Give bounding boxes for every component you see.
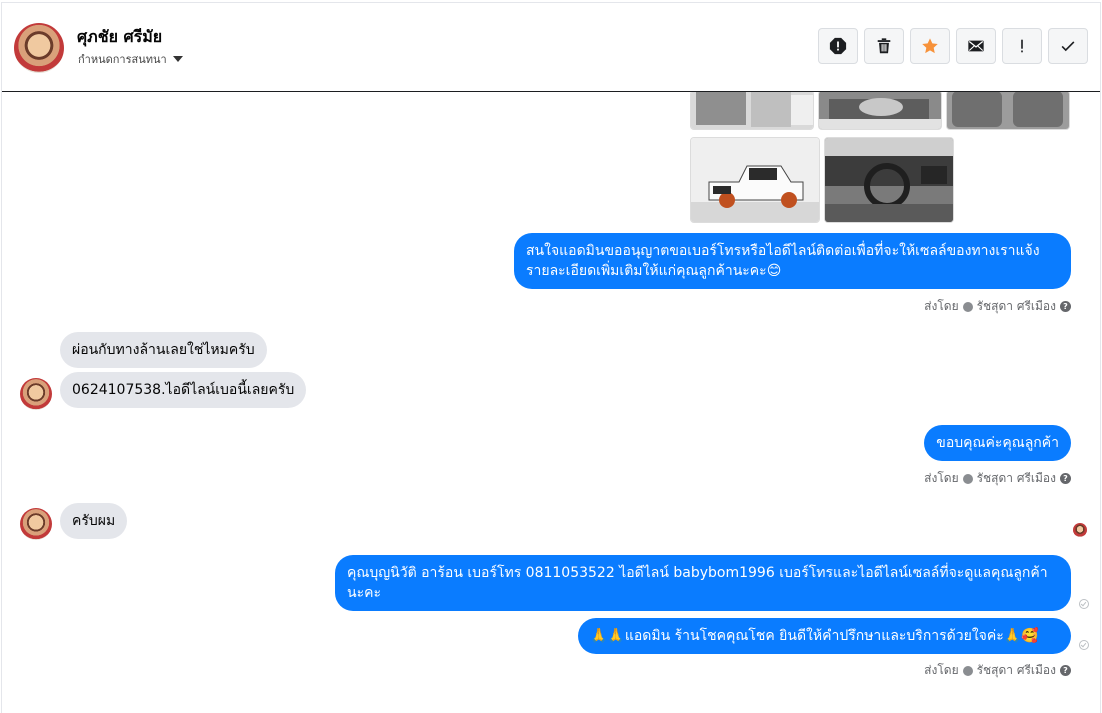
report-button[interactable]: [818, 28, 858, 64]
star-icon: [922, 38, 938, 54]
help-icon[interactable]: ?: [1060, 473, 1071, 484]
envelope-icon: [968, 40, 984, 52]
sent-by-label: ส่งโดย: [924, 663, 959, 677]
check-icon: [1061, 41, 1075, 52]
conversation-toolbar: [818, 28, 1088, 64]
message-outgoing[interactable]: 🙏🙏แอดมิน ร้านโชคคุณโชค ยินดีให้คำปรึกษาแ…: [578, 618, 1071, 654]
car-photo-engine[interactable]: [818, 92, 942, 130]
report-icon: [829, 37, 847, 55]
caret-down-icon: [172, 56, 183, 62]
contact-avatar-small[interactable]: [20, 508, 52, 540]
conversation-settings-dropdown[interactable]: กำหนดการสนทนา: [78, 50, 183, 68]
message-outgoing[interactable]: ขอบคุณค่ะคุณลูกค้า: [924, 425, 1071, 461]
sent-by-info: ส่งโดย รัชสุดา ศรีเมือง ?: [924, 661, 1071, 680]
agent-badge-icon: [962, 301, 973, 312]
message-incoming[interactable]: ผ่อนกับทางล้านเลยใช่ไหมครับ: [60, 332, 267, 368]
sent-by-label: ส่งโดย: [924, 299, 959, 313]
message-incoming[interactable]: 0624107538.ไอดีไลน์เบอนี้เลยครับ: [60, 372, 307, 408]
car-photo-exterior[interactable]: [690, 137, 820, 223]
sent-by-agent[interactable]: รัชสุดา ศรีเมือง: [977, 661, 1056, 680]
contact-name[interactable]: ศุภชัย ศรีมัย: [77, 25, 162, 50]
car-photo-seats[interactable]: [946, 92, 1070, 130]
sent-by-agent[interactable]: รัชสุดา ศรีเมือง: [977, 297, 1056, 316]
mark-unread-button[interactable]: [956, 28, 996, 64]
conversation-header: ศุภชัย ศรีมัย กำหนดการสนทนา: [2, 3, 1100, 92]
important-button[interactable]: [1002, 28, 1042, 64]
message-outgoing[interactable]: คุณบุญนิวัติ อาร้อน เบอร์โทร 0811053522 …: [335, 555, 1071, 611]
delete-button[interactable]: [864, 28, 904, 64]
contact-avatar-small[interactable]: [20, 378, 52, 410]
conversation-settings-label: กำหนดการสนทนา: [78, 53, 167, 66]
agent-badge-icon: [962, 473, 973, 484]
sent-by-agent[interactable]: รัชสุดา ศรีเมือง: [977, 469, 1056, 488]
sent-by-label: ส่งโดย: [924, 471, 959, 485]
message-outgoing[interactable]: สนใจแอดมินขออนุญาตขอเบอร์โทรหรือไอดีไลน์…: [514, 233, 1071, 289]
sent-by-info: ส่งโดย รัชสุดา ศรีเมือง ?: [924, 297, 1071, 316]
seen-indicator-avatar: [1073, 523, 1087, 537]
trash-icon: [877, 38, 891, 54]
message-thread[interactable]: สนใจแอดมินขออนุญาตขอเบอร์โทรหรือไอดีไลน์…: [2, 92, 1100, 713]
exclamation-icon: [1021, 39, 1023, 53]
message-incoming[interactable]: ครับผม: [60, 503, 128, 539]
agent-badge-icon: [962, 665, 973, 676]
car-photo-door[interactable]: [690, 92, 814, 130]
star-button[interactable]: [910, 28, 950, 64]
help-icon[interactable]: ?: [1060, 665, 1071, 676]
sent-status-icon: [1079, 599, 1089, 609]
help-icon[interactable]: ?: [1060, 301, 1071, 312]
sent-by-info: ส่งโดย รัชสุดา ศรีเมือง ?: [924, 469, 1071, 488]
sent-status-icon: [1079, 640, 1089, 650]
car-photo-interior[interactable]: [824, 137, 954, 223]
mark-done-button[interactable]: [1048, 28, 1088, 64]
contact-avatar[interactable]: [14, 23, 64, 73]
